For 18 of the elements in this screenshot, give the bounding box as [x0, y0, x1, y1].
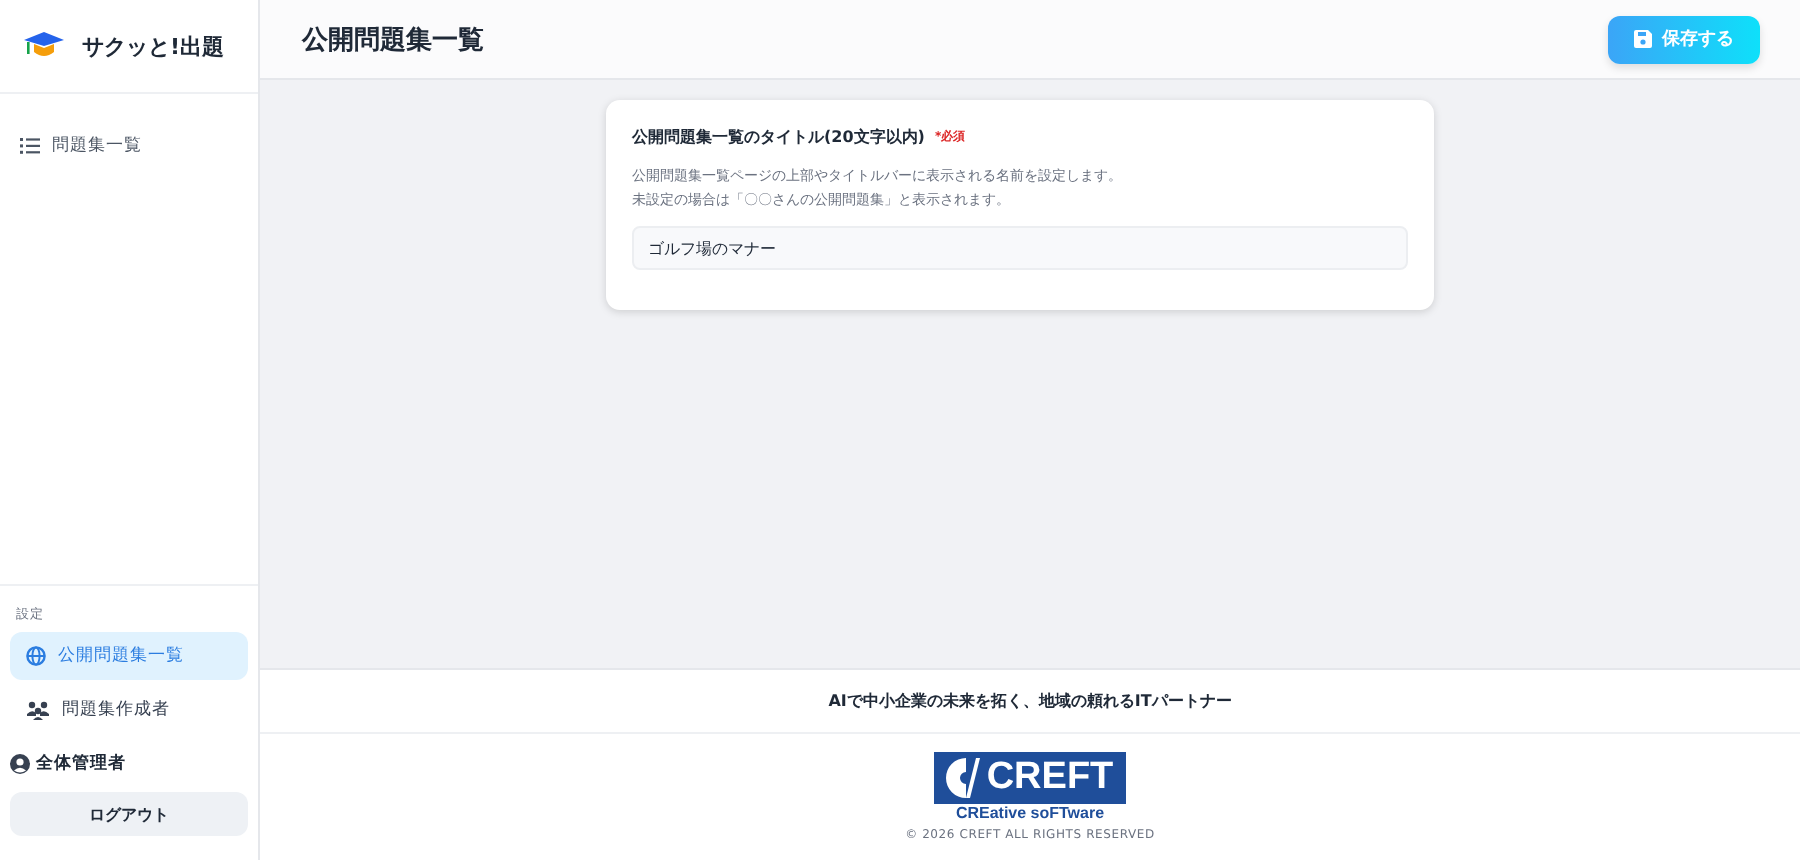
footer-tagline: AIで中小企業の未来を拓く、地域の頼れるITパートナー — [828, 690, 1232, 712]
sidebar-item[interactable]: 公開問題集一覧 — [10, 632, 248, 680]
field-label: 公開問題集一覧のタイトル(20文字以内) — [632, 126, 925, 148]
logo-subtitle: CREative soFTware — [955, 804, 1105, 822]
sidebar-item[interactable]: 問題集一覧 — [12, 126, 246, 166]
user-icon — [10, 754, 30, 774]
app-name: サクッと!出題 — [82, 31, 225, 61]
title-input[interactable]: ゴルフ場のマナー — [632, 226, 1408, 270]
globe-icon — [26, 646, 46, 666]
save-icon — [1634, 30, 1652, 48]
list-icon — [20, 138, 40, 154]
users-icon — [26, 700, 50, 720]
sidebar-item[interactable]: 問題集作成者 — [10, 686, 248, 734]
company-logo: CREFT — [934, 752, 1126, 804]
logout-button[interactable]: ログアウト — [10, 792, 248, 836]
page-title: 公開問題集一覧 — [302, 23, 484, 57]
graduation-cap-icon — [22, 30, 66, 62]
user-name: 全体管理者 — [36, 752, 126, 776]
